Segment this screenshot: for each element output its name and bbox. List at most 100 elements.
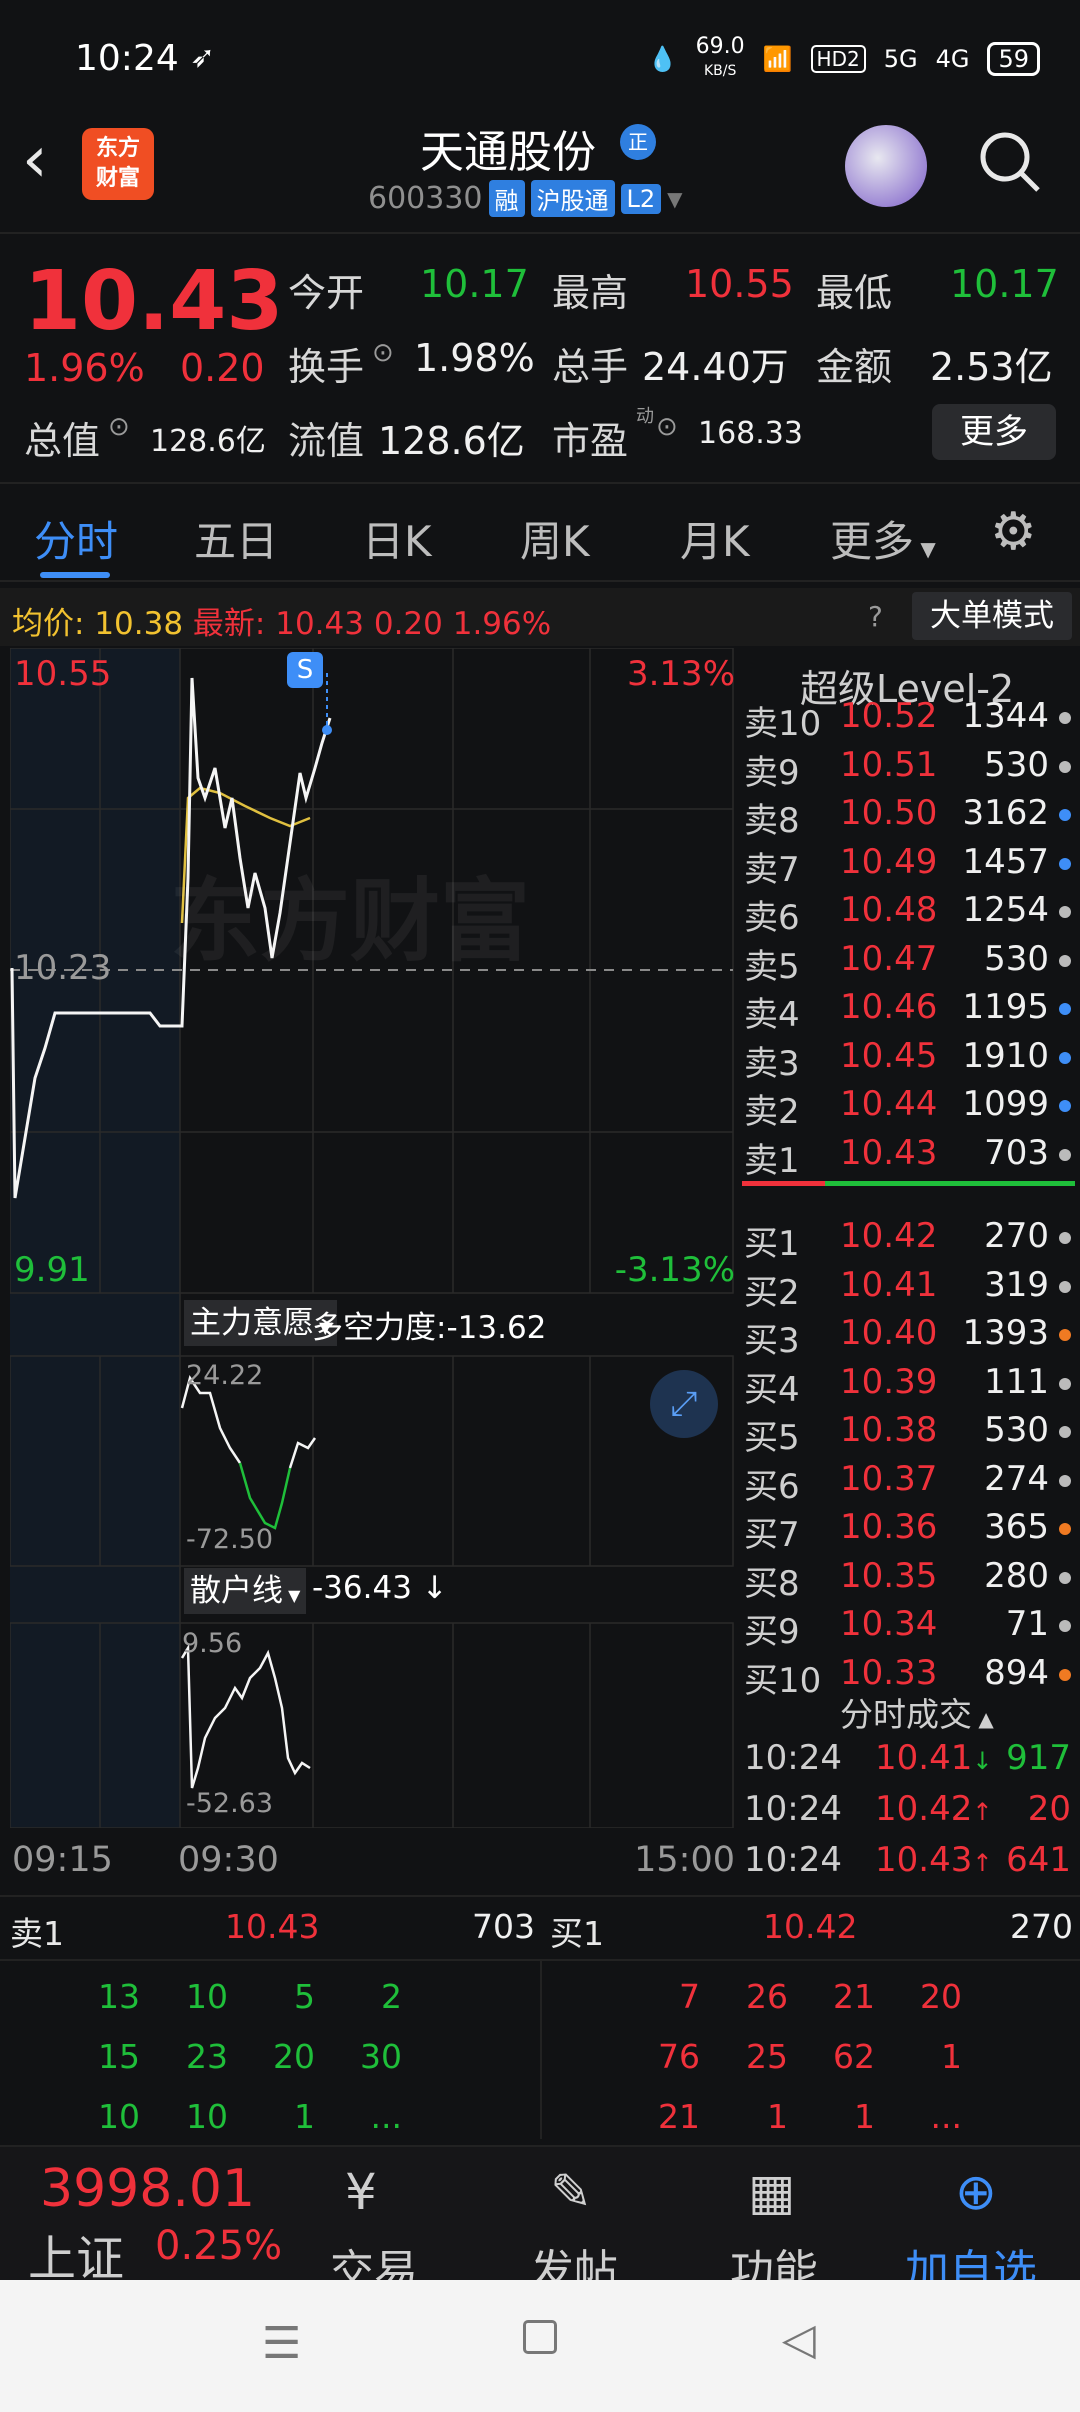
robot-avatar-icon[interactable] xyxy=(845,125,927,207)
index-name[interactable]: 上证 xyxy=(28,2219,124,2289)
level-dot xyxy=(1059,1426,1071,1438)
change-percent: 1.96% xyxy=(24,346,145,390)
buy-level-row[interactable]: 买2 10.41 319 xyxy=(740,1265,1075,1313)
tag-l2: L2 xyxy=(620,183,662,214)
level-name: 卖5 xyxy=(744,946,800,987)
trades-title[interactable]: 分时成交 ▲ xyxy=(840,1688,994,1736)
level-volume: 530 xyxy=(984,938,1049,979)
trade-row: 10:24 10.42↑ 20 xyxy=(740,1789,1075,1837)
buy-level-row[interactable]: 买1 10.42 270 xyxy=(740,1216,1075,1264)
avg-value: 10.38 xyxy=(94,606,184,642)
trade-icon[interactable]: ¥ xyxy=(345,2163,377,2221)
level-volume: 1393 xyxy=(962,1313,1049,1353)
post-icon[interactable]: ✎ xyxy=(550,2163,592,2221)
sell-level-row[interactable]: 卖7 10.49 1457 xyxy=(740,842,1075,890)
ind2-value: -36.43 ↓ xyxy=(312,1570,448,1606)
buy-level-row[interactable]: 买8 10.35 280 xyxy=(740,1556,1075,1604)
depth-sell-cell: ... xyxy=(370,2097,402,2136)
high-label: 最高 xyxy=(552,271,629,315)
add-icon[interactable]: ⊕ xyxy=(955,2163,997,2221)
sell-level-row[interactable]: 卖5 10.47 530 xyxy=(740,939,1075,987)
sell-level-row[interactable]: 卖8 10.50 3162 xyxy=(740,793,1075,841)
tab-daily-k[interactable]: 日K xyxy=(362,508,432,569)
menu-icon[interactable]: ☰ xyxy=(262,2318,301,2369)
level-price: 10.35 xyxy=(840,1555,938,1596)
sell-level-row[interactable]: 卖1 10.43 703 xyxy=(740,1133,1075,1181)
expand-icon[interactable]: ⤢ xyxy=(650,1370,718,1438)
sell-level-row[interactable]: 卖9 10.51 530 xyxy=(740,745,1075,793)
home-icon[interactable] xyxy=(523,2320,557,2354)
tab-monthly-k[interactable]: 月K xyxy=(680,508,750,569)
level-volume: 894 xyxy=(984,1652,1049,1693)
watermark: 东方财富 xyxy=(170,869,530,974)
more-button[interactable]: 更多 xyxy=(932,404,1056,460)
depth-buy-label: 买1 xyxy=(550,1914,604,1953)
index-percent[interactable]: 0.25% xyxy=(155,2223,282,2269)
pe-info-icon[interactable]: ⊙ xyxy=(656,412,678,442)
tab-weekly-k[interactable]: 周K xyxy=(520,508,590,569)
app-logo[interactable]: 东方 财富 xyxy=(82,128,154,200)
settings-gear-icon[interactable]: ⚙ xyxy=(990,502,1037,562)
tab-intraday[interactable]: 分时 xyxy=(34,508,118,569)
level-volume: 111 xyxy=(984,1361,1049,1402)
help-icon[interactable]: ? xyxy=(868,600,883,633)
avg-price-bar: 均价: 10.38 最新: 10.43 0.20 1.96% ? 大单模式 xyxy=(0,588,1080,646)
buy-level-row[interactable]: 买5 10.38 530 xyxy=(740,1410,1075,1458)
stock-code-row[interactable]: 600330 融 沪股通 L2 ▼ xyxy=(368,180,683,217)
ind2-name: 散户线 xyxy=(190,1573,283,1609)
trade-arrow: ↓ xyxy=(972,1747,993,1775)
buy-level-row[interactable]: 买7 10.36 365 xyxy=(740,1507,1075,1555)
tab-five-day[interactable]: 五日 xyxy=(194,508,278,569)
search-icon[interactable] xyxy=(978,130,1040,192)
level-price: 10.45 xyxy=(840,1035,938,1076)
net-speed-unit: KB/S xyxy=(703,63,737,79)
back-icon[interactable]: ‹ xyxy=(22,128,48,192)
mid-price-label: 10.23 xyxy=(14,948,112,988)
buy-level-row[interactable]: 买3 10.40 1393 xyxy=(740,1313,1075,1361)
level-price: 10.51 xyxy=(840,744,938,785)
mktcap-info-icon[interactable]: ⊙ xyxy=(108,412,130,442)
s-badge[interactable]: S xyxy=(287,652,323,688)
sell-level-row[interactable]: 卖4 10.46 1195 xyxy=(740,987,1075,1035)
level-price: 10.41 xyxy=(840,1264,938,1305)
chart-svg xyxy=(9,647,734,1829)
sell-level-row[interactable]: 卖2 10.44 1099 xyxy=(740,1084,1075,1132)
buy-level-row[interactable]: 买9 10.34 71 xyxy=(740,1604,1075,1652)
depth-sell-cell: 2 xyxy=(381,1977,402,2016)
trade-volume: 20 xyxy=(1027,1789,1071,1829)
big-order-mode-button[interactable]: 大单模式 xyxy=(912,592,1072,640)
depth-sell-cell: 30 xyxy=(360,2037,402,2076)
index-value[interactable]: 3998.01 xyxy=(40,2159,255,2219)
bottom-nav: 3998.01 上证 0.25% ¥ 交易 ✎ 发帖 ▦ 功能 ⊕ 加自选 xyxy=(0,2145,1080,2297)
depth-buy-cell: 25 xyxy=(746,2037,788,2076)
title-badge: 正 xyxy=(620,124,656,160)
depth-sell-cell: 13 xyxy=(98,1977,140,2016)
buy-level-row[interactable]: 买6 10.37 274 xyxy=(740,1459,1075,1507)
back-nav-icon[interactable]: ◁ xyxy=(782,2314,816,2365)
info-icon[interactable]: ⊙ xyxy=(372,338,394,368)
depth-sell-price: 10.43 xyxy=(225,1907,320,1946)
tab-more[interactable]: 更多 ▼ xyxy=(830,508,936,569)
ind2-line xyxy=(180,1643,311,1789)
level-volume: 1099 xyxy=(962,1084,1049,1124)
ind1-line-recovery xyxy=(288,1437,317,1469)
level-volume: 1195 xyxy=(962,987,1049,1027)
level-volume: 703 xyxy=(984,1132,1049,1173)
level-price: 10.43 xyxy=(840,1132,938,1173)
sell-level-row[interactable]: 卖3 10.45 1910 xyxy=(740,1036,1075,1084)
trade-time: 10:24 xyxy=(744,1840,842,1880)
intraday-chart[interactable]: 东方财富 10.55 10.23 9.91 3.13% -3.13% S 主力意… xyxy=(9,647,735,1880)
level-price: 10.40 xyxy=(840,1313,938,1353)
drop-icon: 💧 xyxy=(647,45,678,73)
trade-price-value: 10.41 xyxy=(875,1738,973,1778)
level-name: 买10 xyxy=(744,1660,822,1701)
sell-level-row[interactable]: 卖6 10.48 1254 xyxy=(740,890,1075,938)
level-name: 卖10 xyxy=(744,704,822,744)
level-volume: 3162 xyxy=(962,793,1049,833)
grid-icon[interactable]: ▦ xyxy=(748,2163,795,2221)
sell-level-row[interactable]: 卖10 10.52 1344 xyxy=(740,696,1075,744)
level-dot xyxy=(1059,1003,1071,1015)
ind2-selector[interactable]: 散户线 ▼ xyxy=(184,1568,307,1614)
buy-level-row[interactable]: 买4 10.39 111 xyxy=(740,1362,1075,1410)
trade-arrow: ↑ xyxy=(972,1849,993,1877)
